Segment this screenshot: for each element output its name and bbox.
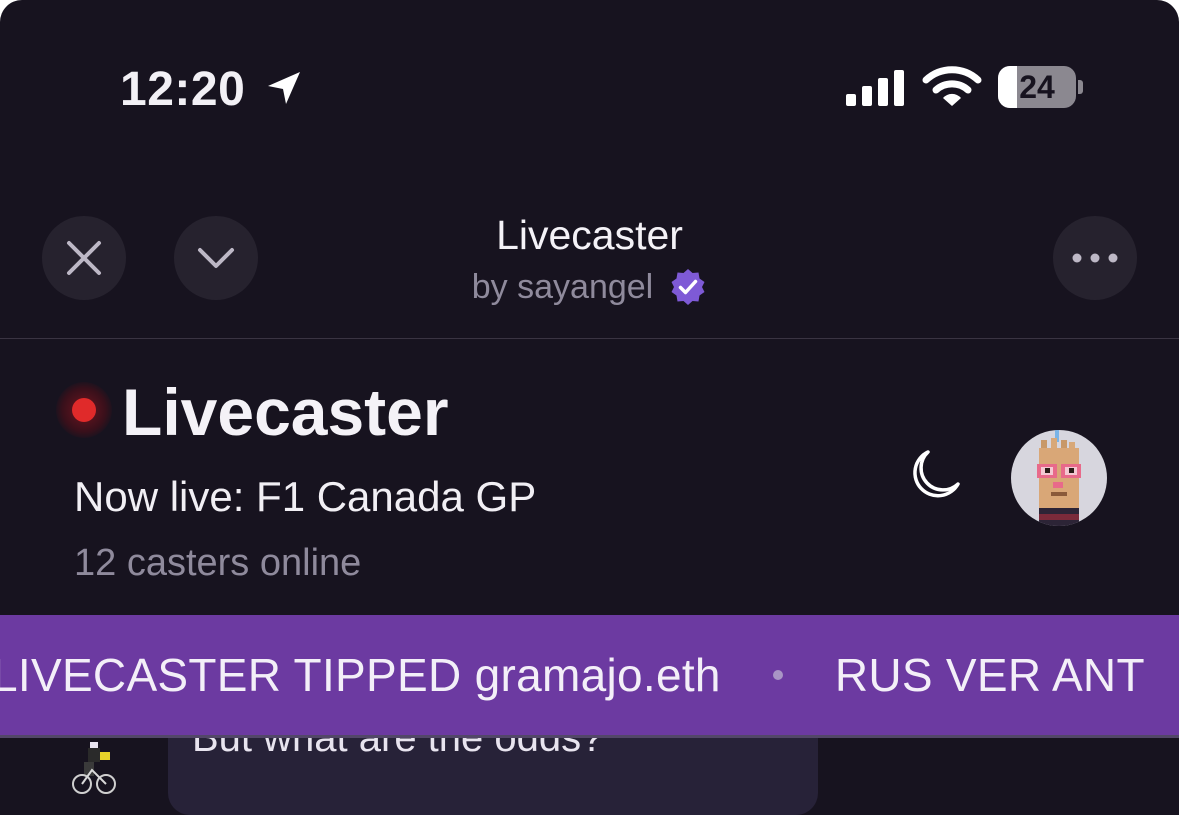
hero-title: Livecaster — [122, 375, 449, 449]
more-horizontal-icon — [1072, 253, 1118, 263]
battery-icon: 24 — [998, 66, 1076, 108]
app-title: Livecaster — [496, 212, 683, 258]
live-dot — [72, 398, 96, 422]
more-options-button[interactable] — [1053, 216, 1137, 300]
header-divider — [0, 338, 1179, 339]
cyclist-avatar-icon[interactable] — [70, 738, 118, 798]
author-byline[interactable]: by sayangel — [472, 262, 653, 312]
battery-nub — [1078, 80, 1083, 94]
tips-ticker: LIVECASTER TIPPED gramajo.eth RUS VER AN… — [0, 615, 1179, 738]
now-live-text: Now live: F1 Canada GP — [74, 473, 537, 520]
battery-level: 24 — [1019, 69, 1055, 105]
moon-icon[interactable] — [906, 446, 962, 502]
casters-online-count: 12 casters online — [74, 542, 362, 584]
verified-badge-icon — [671, 269, 705, 305]
author-line[interactable]: by sayangel — [0, 262, 1179, 312]
ticker-item: LIVECASTER TIPPED gramajo.eth — [0, 649, 721, 701]
status-time: 12:20 — [120, 63, 246, 116]
ticker-item: RUS VER ANT — [834, 649, 1145, 701]
location-arrow-icon — [268, 72, 300, 104]
cellular-signal-icon — [846, 70, 904, 106]
live-indicator — [56, 382, 112, 438]
user-avatar[interactable] — [1011, 430, 1107, 526]
pixel-avatar-icon — [1037, 430, 1081, 526]
ticker-track: LIVECASTER TIPPED gramajo.eth RUS VER AN… — [0, 615, 1145, 735]
mini-app-screen: 12:20 24 Livecaster by sayangel Livecast… — [0, 0, 1179, 815]
ticker-separator — [772, 670, 783, 680]
wifi-icon — [922, 66, 982, 106]
